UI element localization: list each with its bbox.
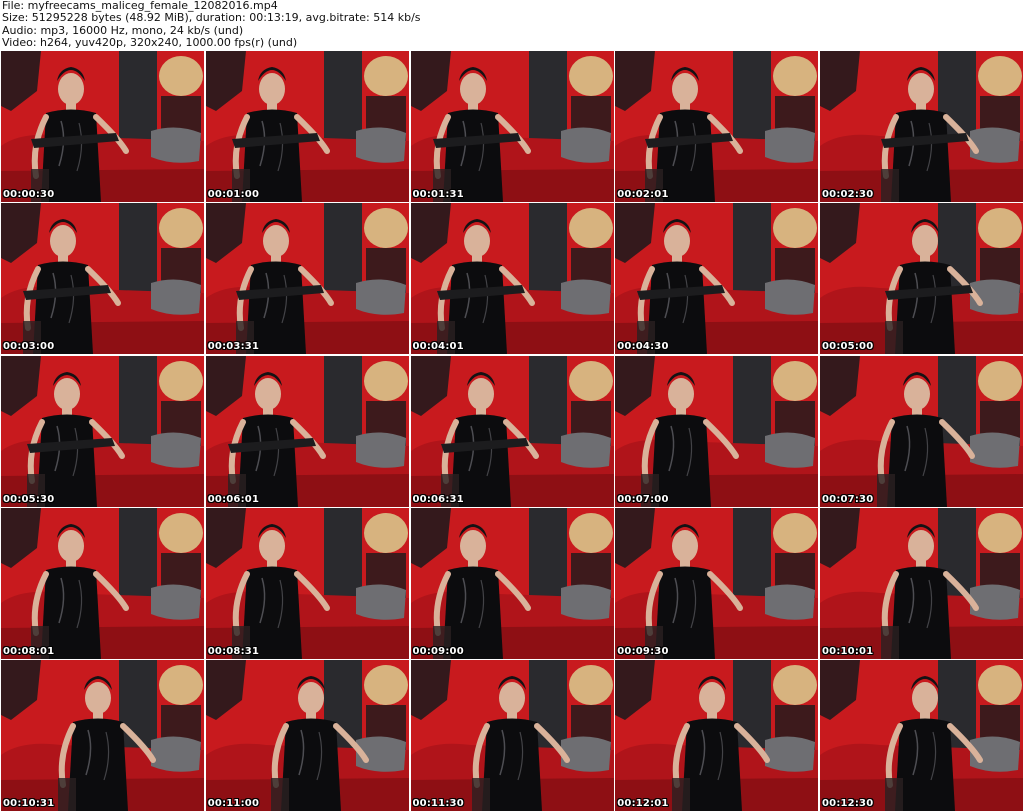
frame-image	[1, 507, 204, 659]
frame-timestamp: 00:06:01	[207, 493, 260, 505]
video-info-line: Video: h264, yuv420p, 320x240, 1000.00 f…	[2, 37, 298, 50]
frame-timestamp: 00:07:30	[822, 493, 874, 505]
frame-timestamp: 00:01:00	[207, 189, 260, 200]
frame-image	[205, 203, 409, 355]
frame-timestamp: 00:02:01	[617, 189, 669, 200]
frame-timestamp: 00:05:00	[822, 341, 874, 353]
video-thumbnail[interactable]: 00:10:01	[820, 507, 1023, 659]
frame-image	[410, 507, 614, 659]
frame-image	[820, 660, 1023, 811]
video-thumbnail[interactable]: 00:07:30	[820, 355, 1023, 507]
frame-image	[410, 203, 614, 355]
frame-timestamp: 00:10:01	[822, 645, 874, 657]
frame-image	[820, 507, 1023, 659]
file-size-line: Size: 51295228 bytes (48.92 MiB), durati…	[2, 12, 421, 25]
frame-image	[1, 355, 204, 507]
frame-image	[820, 355, 1023, 507]
frame-image	[615, 355, 819, 507]
frame-image	[205, 660, 409, 811]
video-thumbnail[interactable]: 00:08:01	[1, 507, 204, 659]
frame-timestamp: 00:02:30	[822, 189, 874, 200]
video-thumbnail[interactable]: 00:04:30	[615, 203, 819, 355]
video-thumbnail[interactable]: 00:05:00	[820, 203, 1023, 355]
frame-timestamp: 00:07:00	[617, 493, 669, 505]
video-thumbnail[interactable]: 00:05:30	[1, 355, 204, 507]
video-thumbnail[interactable]: 00:12:30	[820, 660, 1023, 811]
video-thumbnail[interactable]: 00:07:00	[615, 355, 819, 507]
file-name-line: File: myfreecams_maliceg_female_12082016…	[2, 0, 278, 12]
file-info-header: File: myfreecams_maliceg_female_12082016…	[2, 0, 1022, 50]
frame-image	[820, 51, 1023, 202]
frame-timestamp: 00:04:01	[412, 341, 464, 353]
frame-image	[1, 51, 204, 202]
video-thumbnail[interactable]: 00:03:00	[1, 203, 204, 355]
audio-info-line: Audio: mp3, 16000 Hz, mono, 24 kb/s (und…	[2, 24, 244, 37]
video-thumbnail[interactable]: 00:09:30	[615, 507, 819, 659]
frame-image	[1, 660, 204, 811]
video-thumbnail[interactable]: 00:11:00	[205, 660, 409, 811]
frame-timestamp: 00:08:01	[3, 645, 55, 657]
frame-timestamp: 00:11:30	[412, 798, 464, 809]
frame-timestamp: 00:03:00	[3, 341, 55, 353]
video-thumbnail[interactable]: 00:01:00	[205, 51, 409, 202]
video-thumbnail[interactable]: 00:02:30	[820, 51, 1023, 202]
video-thumbnail[interactable]: 00:10:31	[1, 660, 204, 811]
frame-image	[615, 51, 819, 202]
thumbnail-grid: 00:00:30 00:01:00 00:01:31 00:02:01 00:0…	[1, 51, 1023, 811]
video-thumbnail[interactable]: 00:00:30	[1, 51, 204, 202]
frame-timestamp: 00:05:30	[3, 493, 55, 505]
frame-timestamp: 00:04:30	[617, 341, 669, 353]
video-thumbnail[interactable]: 00:08:31	[205, 507, 409, 659]
frame-image	[1, 203, 204, 355]
frame-image	[205, 51, 409, 202]
frame-timestamp: 00:01:31	[412, 189, 464, 200]
frame-timestamp: 00:09:00	[412, 645, 464, 657]
frame-image	[615, 507, 819, 659]
frame-image	[410, 51, 614, 202]
frame-image	[205, 507, 409, 659]
video-thumbnail[interactable]: 00:04:01	[410, 203, 614, 355]
video-thumbnail[interactable]: 00:06:01	[205, 355, 409, 507]
frame-timestamp: 00:08:31	[207, 645, 260, 657]
video-thumbnail[interactable]: 00:09:00	[410, 507, 614, 659]
frame-timestamp: 00:12:30	[822, 798, 874, 809]
frame-image	[410, 660, 614, 811]
video-thumbnail[interactable]: 00:12:01	[615, 660, 819, 811]
video-thumbnail[interactable]: 00:11:30	[410, 660, 614, 811]
video-thumbnail[interactable]: 00:01:31	[410, 51, 614, 202]
frame-timestamp: 00:00:30	[3, 189, 55, 200]
frame-image	[615, 660, 819, 811]
frame-timestamp: 00:11:00	[207, 798, 260, 809]
frame-image	[820, 203, 1023, 355]
frame-timestamp: 00:03:31	[207, 341, 260, 353]
frame-timestamp: 00:06:31	[412, 493, 464, 505]
frame-image	[615, 203, 819, 355]
frame-timestamp: 00:10:31	[3, 798, 55, 809]
video-thumbnail[interactable]: 00:02:01	[615, 51, 819, 202]
video-thumbnail[interactable]: 00:03:31	[205, 203, 409, 355]
frame-image	[410, 355, 614, 507]
frame-timestamp: 00:12:01	[617, 798, 669, 809]
frame-image	[205, 355, 409, 507]
video-thumbnail[interactable]: 00:06:31	[410, 355, 614, 507]
frame-timestamp: 00:09:30	[617, 645, 669, 657]
